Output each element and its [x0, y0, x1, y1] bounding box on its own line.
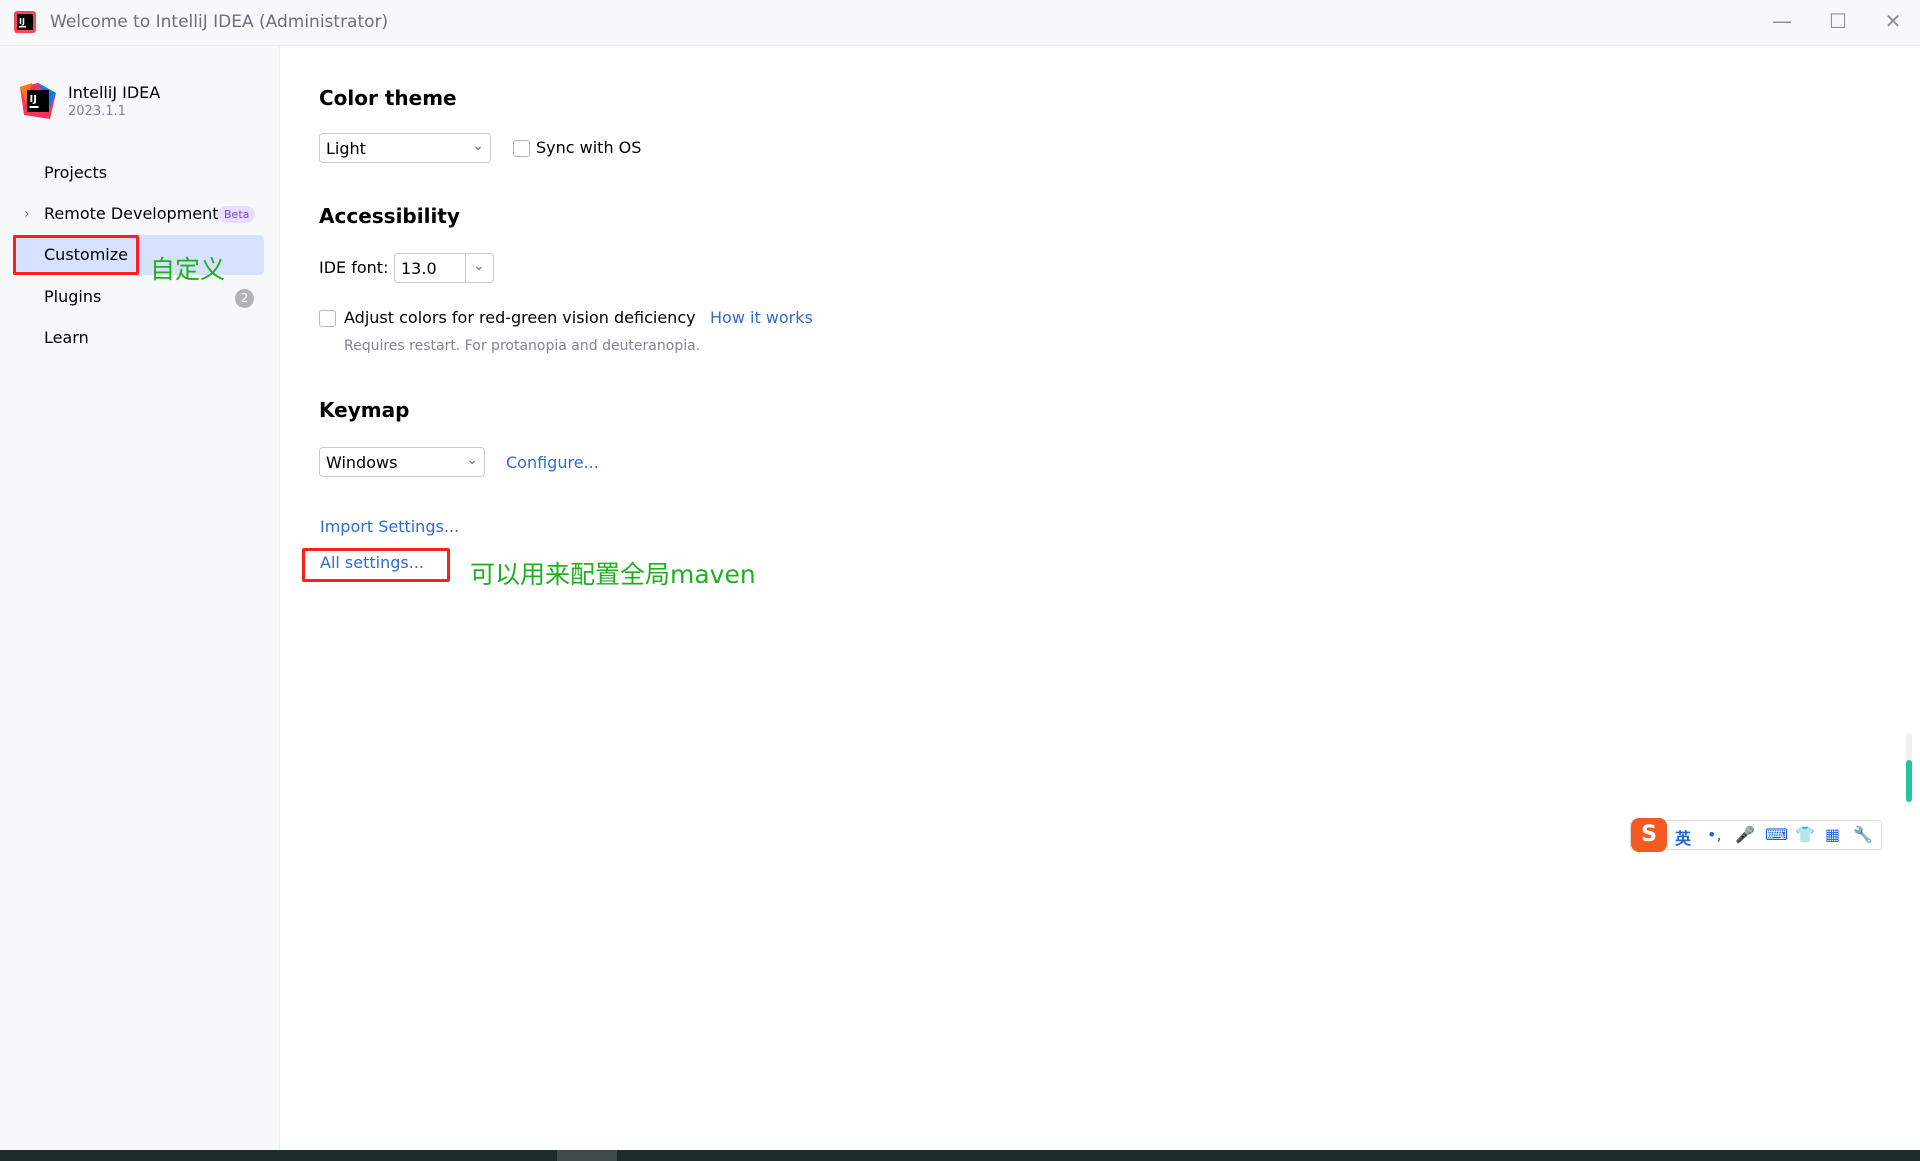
chevron-down-icon: ⌄: [466, 452, 478, 468]
sidebar: IJ IntelliJ IDEA 2023.1.1 Projects › Rem…: [0, 46, 280, 1161]
chevron-right-icon[interactable]: ›: [24, 206, 30, 222]
intellij-logo-icon: IJ: [20, 83, 56, 119]
combo-separator: [465, 254, 466, 282]
scrollbar-thumb[interactable]: [1906, 760, 1912, 802]
sogou-logo-icon[interactable]: S: [1631, 818, 1667, 852]
skin-icon[interactable]: 👕: [1795, 825, 1815, 844]
color-theme-value: Light: [326, 139, 366, 158]
annotation-all-settings: 可以用来配置全局maven: [470, 560, 756, 589]
keymap-dropdown[interactable]: Windows ⌄: [319, 447, 485, 477]
punctuation-icon[interactable]: •,: [1707, 825, 1722, 844]
chevron-down-icon[interactable]: ⌄: [473, 258, 485, 274]
keymap-heading: Keymap: [319, 398, 410, 422]
product-name: IntelliJ IDEA: [68, 83, 161, 102]
sync-with-os-label[interactable]: Sync with OS: [536, 138, 641, 157]
annotation-customize: 自定义: [150, 255, 226, 284]
microphone-icon[interactable]: 🎤: [1735, 825, 1755, 844]
color-theme-dropdown[interactable]: Light ⌄: [319, 133, 491, 163]
product-version: 2023.1.1: [68, 104, 126, 119]
ime-language-toggle[interactable]: 英: [1675, 825, 1691, 849]
customize-panel: Color theme Light ⌄ Sync with OS Accessi…: [281, 46, 1920, 1150]
adjust-colors-hint: Requires restart. For protanopia and deu…: [344, 338, 701, 354]
ime-toolbar: S 英 •, 🎤 ⌨ 👕 ▦ 🔧: [1630, 818, 1882, 852]
sidebar-item-remote-development[interactable]: › Remote Development Beta: [14, 194, 264, 234]
taskbar-active-app[interactable]: [557, 1150, 617, 1161]
highlight-box-all-settings: [302, 548, 450, 582]
toolbox-icon[interactable]: 🔧: [1853, 825, 1873, 844]
import-settings-link[interactable]: Import Settings...: [320, 517, 459, 536]
color-theme-heading: Color theme: [319, 86, 457, 110]
plugins-update-count-badge: 2: [235, 289, 254, 308]
accessibility-heading: Accessibility: [319, 204, 460, 228]
ide-font-label: IDE font:: [319, 258, 389, 277]
configure-keymap-link[interactable]: Configure...: [506, 453, 599, 472]
keyboard-icon[interactable]: ⌨: [1765, 825, 1788, 844]
sidebar-item-plugins[interactable]: Plugins 2: [14, 277, 264, 317]
beta-badge: Beta: [218, 206, 256, 223]
highlight-box-customize: [13, 235, 139, 275]
sidebar-item-label: Projects: [44, 163, 108, 182]
maximize-button[interactable]: ☐: [1818, 6, 1858, 36]
title-bar: IJ Welcome to IntelliJ IDEA (Administrat…: [0, 0, 1920, 46]
taskbar: [0, 1150, 1920, 1161]
ide-font-size-value[interactable]: 13.0: [401, 259, 437, 278]
sidebar-item-label: Remote Development: [44, 204, 219, 223]
svg-text:IJ: IJ: [19, 17, 25, 26]
adjust-colors-label[interactable]: Adjust colors for red-green vision defic…: [344, 308, 696, 327]
sidebar-item-label: Learn: [44, 328, 89, 347]
sidebar-item-label: Plugins: [44, 287, 102, 306]
svg-text:IJ: IJ: [30, 94, 37, 105]
sidebar-item-projects[interactable]: Projects: [14, 153, 264, 193]
apps-grid-icon[interactable]: ▦: [1825, 825, 1840, 844]
adjust-colors-checkbox[interactable]: [319, 310, 336, 327]
close-button[interactable]: ✕: [1873, 6, 1913, 36]
how-it-works-link[interactable]: How it works: [710, 308, 813, 327]
sync-with-os-checkbox[interactable]: [513, 140, 530, 157]
sidebar-item-learn[interactable]: Learn: [14, 318, 264, 358]
ide-font-size-combo[interactable]: 13.0 ⌄: [394, 253, 494, 283]
window-title: Welcome to IntelliJ IDEA (Administrator): [50, 12, 389, 32]
intellij-app-icon: IJ: [14, 11, 36, 33]
minimize-button[interactable]: —: [1762, 6, 1802, 36]
chevron-down-icon: ⌄: [472, 138, 484, 154]
keymap-value: Windows: [326, 453, 398, 472]
